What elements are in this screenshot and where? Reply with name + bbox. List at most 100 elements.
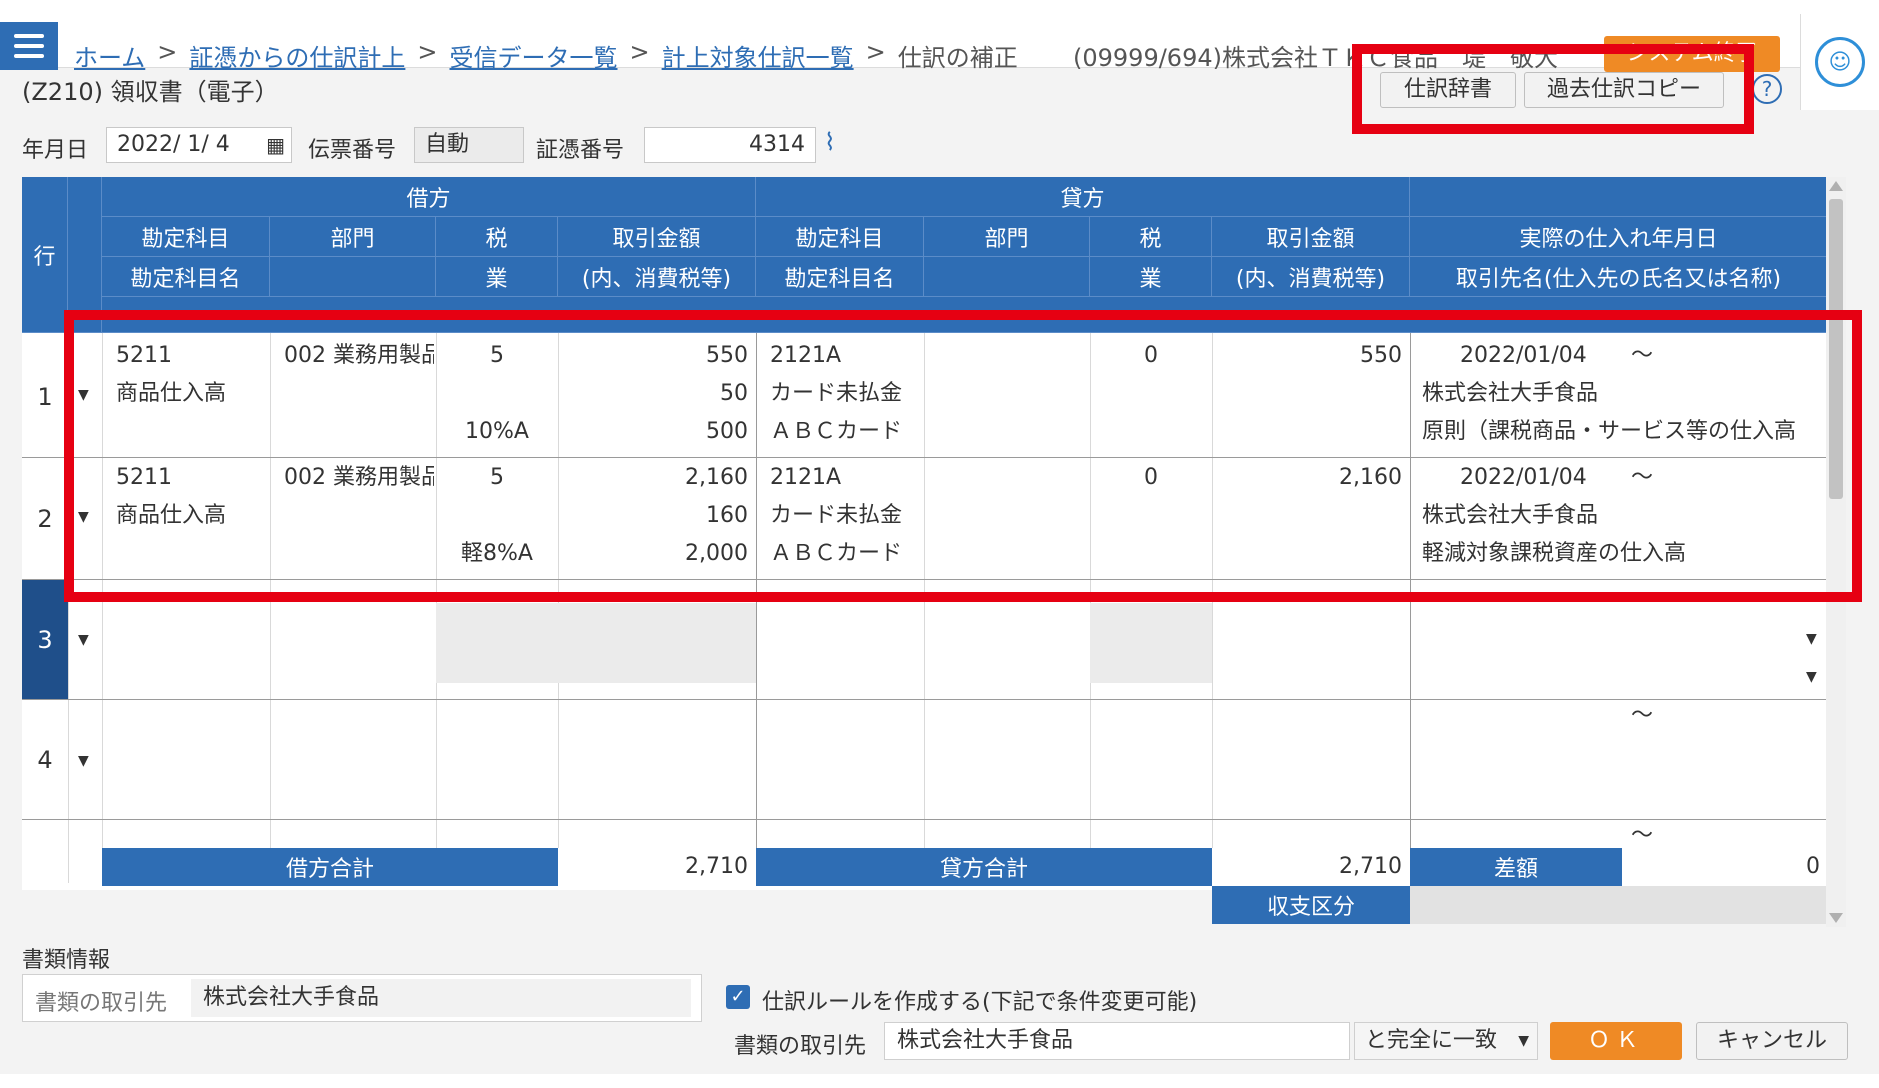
- credit-sub-account[interactable]: ＡＢＣカード: [770, 413, 920, 451]
- slip-number-label: 伝票番号: [308, 138, 397, 163]
- create-rule-label[interactable]: 仕訳ルールを作成する(下記で条件変更可能): [762, 984, 1197, 1016]
- col-debit-tax-incl: (内、消費税等): [558, 257, 756, 297]
- col-partner-name: 取引先名(仕入先の氏名又は名称): [1410, 257, 1828, 297]
- header-third-row: [102, 297, 1828, 333]
- row-expand-caret[interactable]: ▼: [78, 753, 89, 769]
- credit-tax[interactable]: 0: [1090, 459, 1212, 497]
- col-debit-account-name: 勘定科目名: [102, 257, 270, 297]
- dropdown-caret[interactable]: ▼: [1806, 669, 1817, 685]
- credit-account-name: カード未払金: [770, 381, 903, 406]
- voucher-number-input[interactable]: 4314: [644, 127, 816, 163]
- system-exit-button[interactable]: システム終了: [1604, 36, 1780, 72]
- credit-account-code[interactable]: 2121A: [770, 459, 920, 497]
- row-expand-caret[interactable]: ▼: [78, 509, 89, 525]
- debit-account-code[interactable]: 5211: [116, 337, 266, 375]
- tax-category-note[interactable]: 原則（課税商品・サービス等の仕入高: [1422, 413, 1826, 451]
- col-credit-business: 業: [1090, 257, 1212, 297]
- row-number[interactable]: 4: [22, 700, 68, 820]
- credit-tax[interactable]: 0: [1090, 337, 1212, 375]
- col-debit-account: 勘定科目: [102, 217, 270, 257]
- breadcrumb-journal-list[interactable]: 計上対象仕訳一覧: [662, 38, 854, 73]
- disabled-cell: [436, 603, 756, 683]
- debit-amount[interactable]: 2,160: [558, 459, 748, 497]
- grid-line: [68, 333, 69, 883]
- credit-amount[interactable]: 2,160: [1212, 459, 1402, 497]
- breadcrumb-separator: >: [629, 38, 650, 66]
- journal-dictionary-button[interactable]: 仕訳辞書: [1380, 72, 1516, 108]
- credit-account-code[interactable]: 2121A: [770, 337, 920, 375]
- debit-tax[interactable]: 5: [436, 459, 558, 497]
- doc-partner-value: 株式会社大手食品: [191, 979, 691, 1017]
- debit-account-code[interactable]: 5211: [116, 459, 266, 497]
- grid-line: [270, 333, 271, 883]
- voucher-number-label: 証憑番号: [536, 138, 625, 163]
- actual-date[interactable]: 2022/01/04: [1460, 337, 1600, 375]
- grid-line: [1212, 333, 1213, 883]
- partner-name[interactable]: 株式会社大手食品: [1422, 497, 1822, 535]
- col-actual-date: 実際の仕入れ年月日: [1410, 217, 1828, 257]
- credit-header: 貸方: [756, 177, 1410, 217]
- breadcrumb-home[interactable]: ホーム: [74, 38, 145, 73]
- date-range-tilde: ～: [1630, 465, 1653, 490]
- date-input[interactable]: 2022/ 1/ 4 ▦: [106, 127, 292, 163]
- past-journal-copy-button[interactable]: 過去仕訳コピー: [1524, 72, 1724, 108]
- difference-value: 0: [1622, 848, 1820, 886]
- row-divider: [22, 579, 1828, 580]
- debit-dept[interactable]: 002 業務用製品: [284, 337, 434, 375]
- create-rule-checkbox[interactable]: ✓: [726, 985, 750, 1009]
- breadcrumb-voucher-entry[interactable]: 証憑からの仕訳計上: [189, 38, 405, 73]
- rule-partner-label: 書類の取引先: [734, 1034, 867, 1059]
- extra-header: [1410, 177, 1828, 217]
- dropdown-caret[interactable]: ▼: [1806, 631, 1817, 647]
- debit-amount[interactable]: 550: [558, 337, 748, 375]
- debit-total-label: 借方合計: [102, 848, 558, 886]
- debit-tax[interactable]: 5: [436, 337, 558, 375]
- chevron-down-icon: ▼: [1518, 1033, 1529, 1049]
- rule-partner-input[interactable]: 株式会社大手食品: [884, 1022, 1350, 1060]
- ok-button[interactable]: ＯＫ: [1550, 1022, 1682, 1060]
- help-mascot[interactable]: ☺: [1800, 14, 1879, 110]
- col-credit-amount: 取引金額: [1212, 217, 1410, 257]
- debit-tax-rate[interactable]: 軽8%A: [436, 535, 558, 573]
- company-name: (09999/694)株式会社ＴＫＣ食品 堤 敬大: [1073, 44, 1558, 72]
- tax-category-note[interactable]: 軽減対象課税資産の仕入高: [1422, 535, 1826, 573]
- calendar-icon[interactable]: ▦: [266, 128, 285, 162]
- income-category-field[interactable]: [1410, 886, 1828, 924]
- scroll-thumb[interactable]: [1829, 199, 1843, 499]
- breadcrumb: ホーム > 証憑からの仕訳計上 > 受信データ一覧 > 計上対象仕訳一覧 > 仕…: [74, 38, 1018, 73]
- breadcrumb-separator: >: [157, 38, 178, 66]
- document-info-title: 書類情報: [22, 948, 111, 973]
- match-condition-select[interactable]: と完全に一致 ▼: [1354, 1022, 1538, 1060]
- scroll-up-icon[interactable]: [1829, 181, 1843, 191]
- mascot-icon: ☺: [1815, 37, 1865, 87]
- breadcrumb-separator: >: [417, 38, 438, 66]
- credit-total-label: 貸方合計: [756, 848, 1212, 886]
- date-range-tilde: ～: [1630, 703, 1653, 728]
- grid-scrollbar[interactable]: [1826, 177, 1846, 927]
- row-expand-caret[interactable]: ▼: [78, 387, 89, 403]
- credit-amount[interactable]: 550: [1212, 337, 1402, 375]
- cancel-button[interactable]: キャンセル: [1696, 1022, 1848, 1060]
- breadcrumb-received-data[interactable]: 受信データ一覧: [450, 38, 618, 73]
- row-number[interactable]: 2: [22, 459, 68, 579]
- scroll-down-icon[interactable]: [1829, 913, 1843, 923]
- credit-sub-account[interactable]: ＡＢＣカード: [770, 535, 920, 573]
- row-divider: [22, 819, 1828, 820]
- debit-dept[interactable]: 002 業務用製品: [284, 459, 434, 497]
- col-debit-tax: 税: [436, 217, 558, 257]
- attachment-clip-icon[interactable]: ⌇: [824, 128, 836, 156]
- row-number-selected[interactable]: 3: [22, 580, 68, 700]
- row-expand-caret[interactable]: ▼: [78, 632, 89, 648]
- actual-date[interactable]: 2022/01/04: [1460, 459, 1600, 497]
- row-number[interactable]: 1: [22, 337, 68, 457]
- debit-tax-rate[interactable]: 10%A: [436, 413, 558, 451]
- col-credit-dept: 部門: [924, 217, 1090, 257]
- row-divider: [22, 457, 1828, 458]
- top-bar: ホーム > 証憑からの仕訳計上 > 受信データ一覧 > 計上対象仕訳一覧 > 仕…: [0, 14, 1879, 72]
- partner-name[interactable]: 株式会社大手食品: [1422, 375, 1822, 413]
- difference-label: 差額: [1410, 848, 1622, 886]
- document-info-box: 書類の取引先 株式会社大手食品: [22, 974, 702, 1022]
- hamburger-menu-icon[interactable]: [0, 22, 58, 70]
- help-icon[interactable]: ?: [1752, 74, 1782, 104]
- debit-total-value: 2,710: [558, 848, 748, 886]
